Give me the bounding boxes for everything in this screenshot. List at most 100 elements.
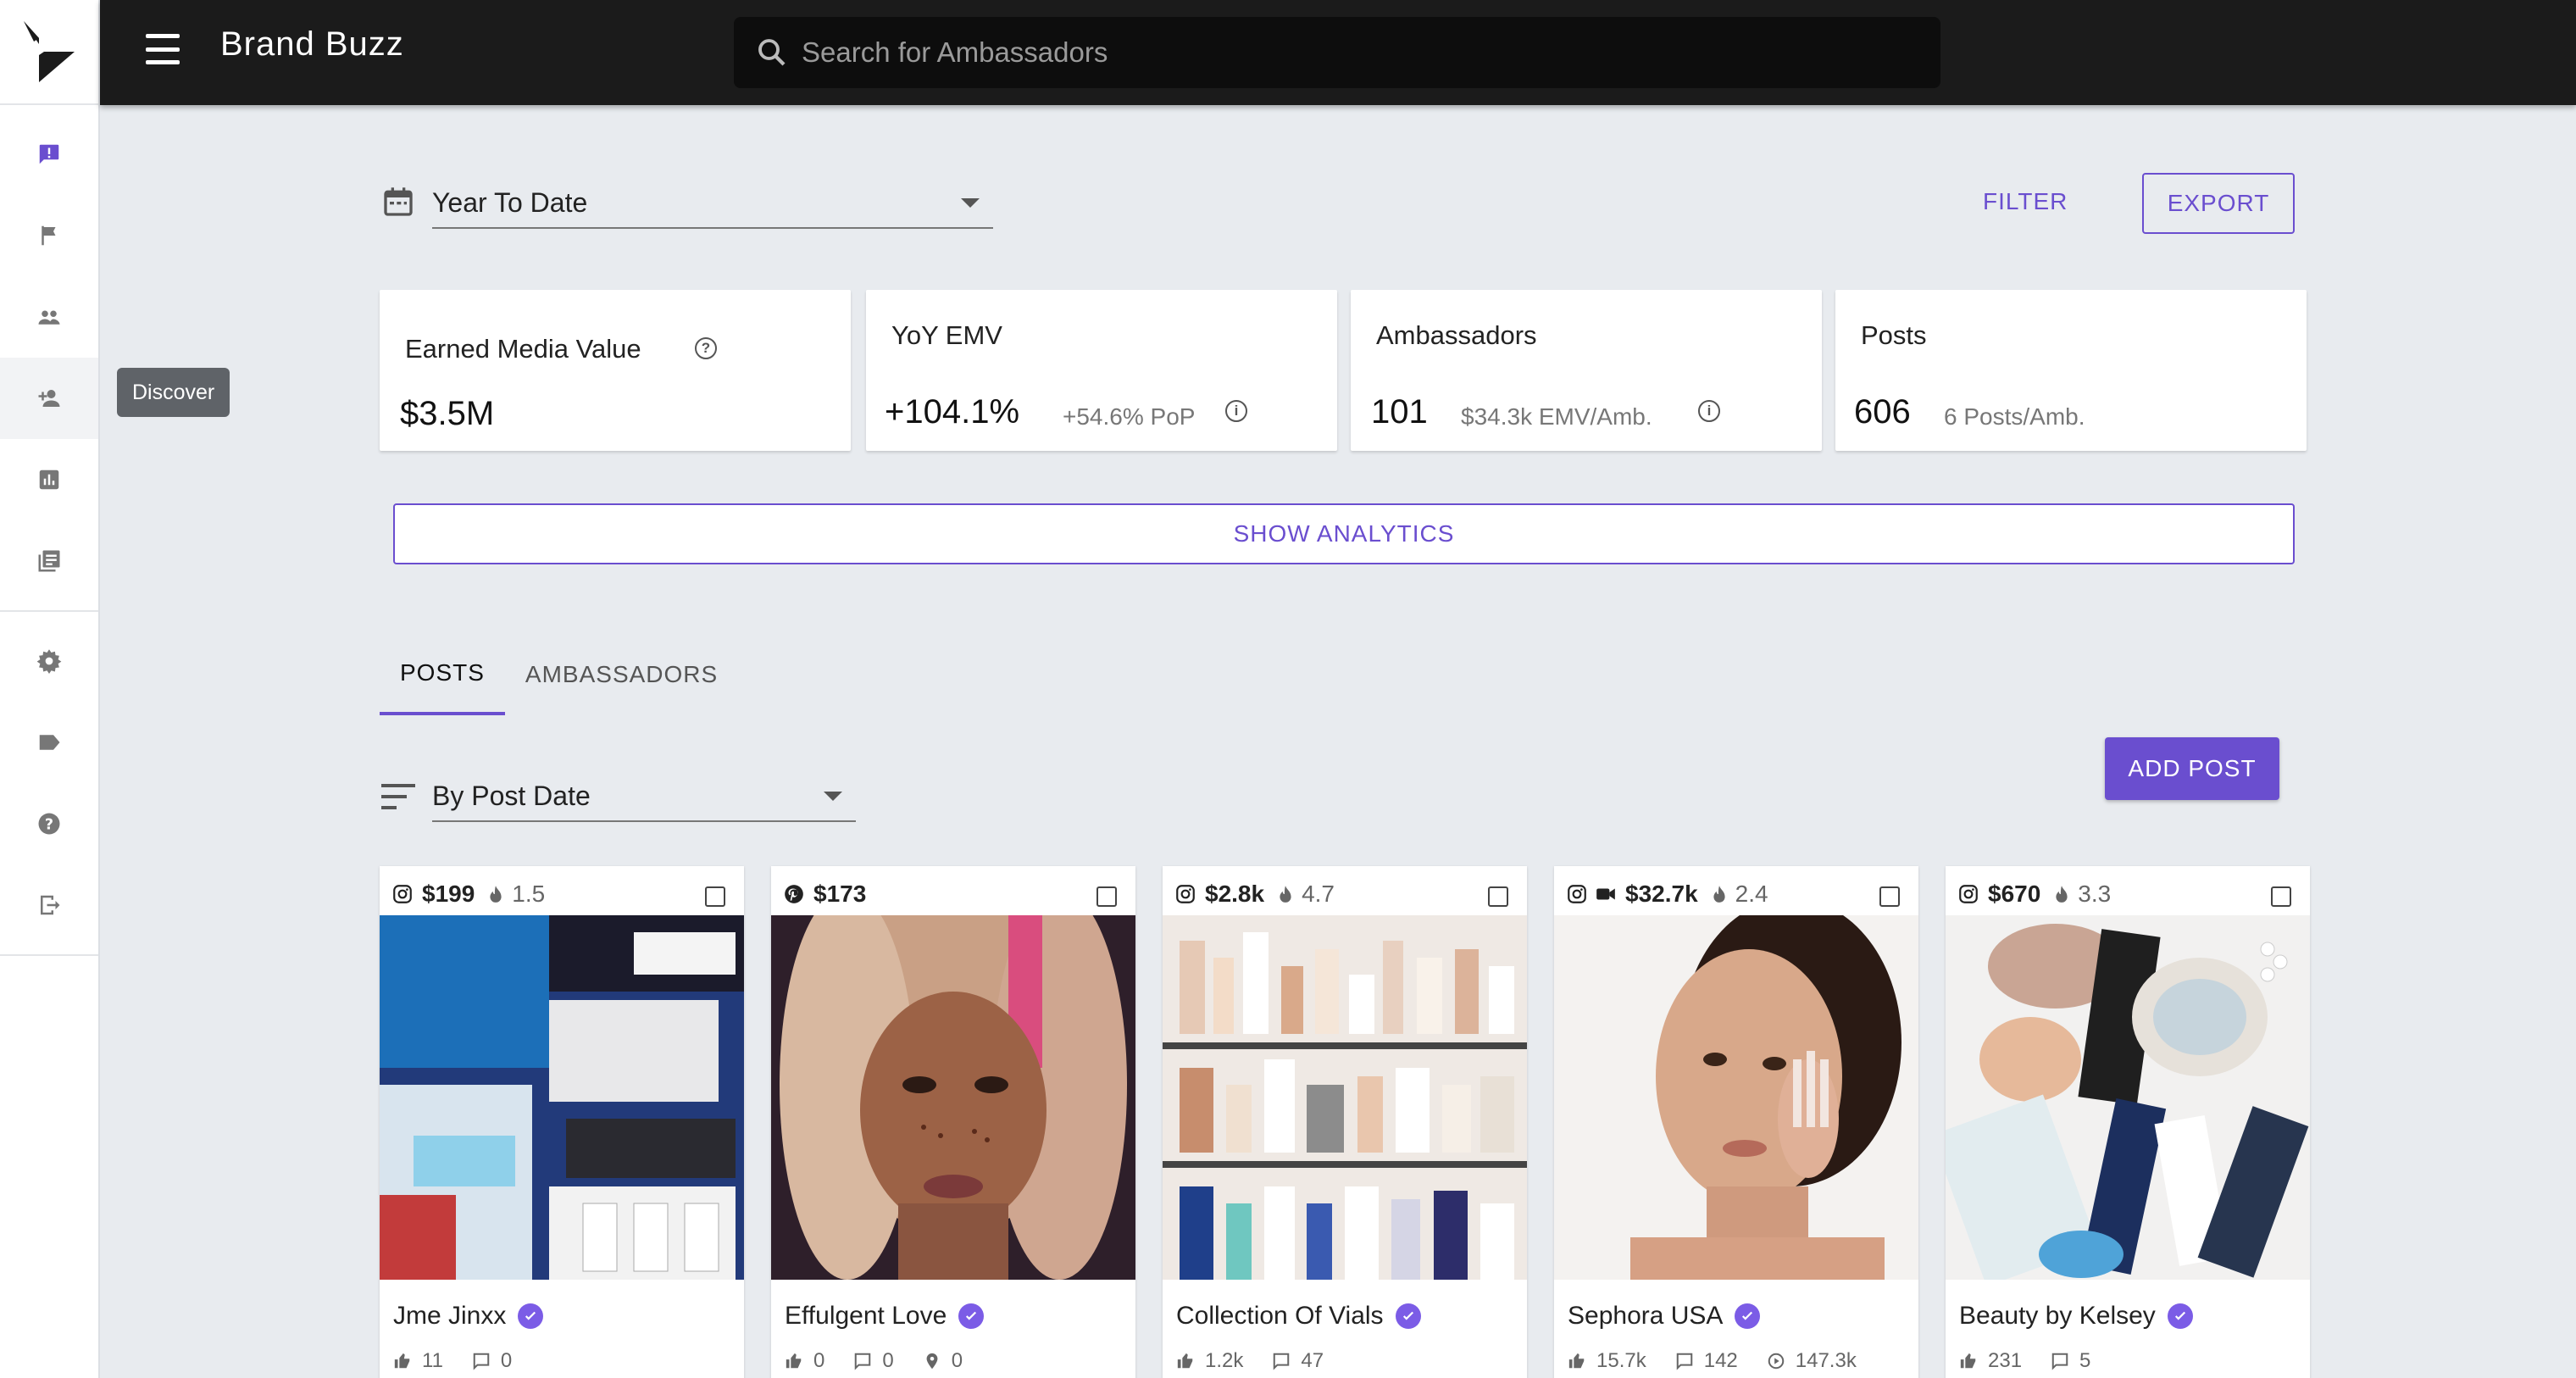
post-author[interactable]: Jme Jinxx (393, 1302, 544, 1331)
verified-icon (2167, 1303, 2193, 1329)
search-icon (758, 39, 786, 66)
kpi-label: Posts (1861, 320, 1927, 350)
post-select-checkbox[interactable] (1488, 886, 1508, 907)
tab-ambassadors[interactable]: AMBASSADORS (505, 634, 738, 715)
post-card[interactable]: $670 3.3 Beauty by Kelsey 231 5 (1946, 866, 2310, 1378)
chevron-down-icon (961, 198, 980, 208)
app-title: Brand Buzz (220, 25, 404, 63)
kpi-sub: +54.6% PoP (1063, 403, 1196, 430)
thumb-up-icon (786, 1353, 802, 1369)
thumb-up-icon (394, 1353, 410, 1369)
sidebar-item-settings[interactable] (0, 620, 98, 702)
info-icon[interactable]: i (1698, 400, 1720, 422)
comment-icon (473, 1353, 490, 1370)
thumb-up-icon (1568, 1353, 1585, 1369)
add-post-button[interactable]: ADD POST (2105, 737, 2279, 800)
feedback-icon (39, 144, 59, 164)
post-comments: 0 (500, 1349, 513, 1372)
kpi-value: 606 (1854, 393, 1911, 431)
person-add-icon (38, 390, 60, 407)
post-image[interactable] (1554, 915, 1918, 1280)
post-select-checkbox[interactable] (1879, 886, 1900, 907)
show-analytics-button[interactable]: SHOW ANALYTICS (393, 503, 2295, 564)
post-emv: $173 (813, 881, 867, 907)
post-stats: 1.2k 47 (1176, 1349, 1352, 1373)
post-author-name: Jme Jinxx (393, 1302, 507, 1330)
post-card[interactable]: $2.8k 4.7 Collection Of Vials 1.2k 47 (1163, 866, 1527, 1378)
sort-field[interactable]: By Post Date (432, 771, 856, 822)
export-button[interactable]: EXPORT (2142, 173, 2295, 234)
content-tabs: POSTS AMBASSADORS (380, 634, 738, 715)
post-image[interactable] (771, 915, 1135, 1280)
sort-select[interactable]: By Post Date (381, 771, 856, 822)
help-circle-icon[interactable]: ? (695, 337, 717, 359)
post-score: 3.3 (2054, 881, 2111, 908)
sidebar-item-logout[interactable] (0, 864, 98, 946)
post-select-checkbox[interactable] (1096, 886, 1117, 907)
search-input[interactable] (802, 36, 1903, 69)
post-image[interactable] (1163, 915, 1527, 1280)
kpi-value: +104.1% (885, 393, 1020, 431)
post-card[interactable]: $199 1.5 Jme Jinxx 11 0 (380, 866, 744, 1378)
post-comments: 0 (882, 1349, 894, 1372)
sidebar-item-campaigns[interactable] (0, 195, 98, 276)
brand-logo-icon (24, 21, 75, 82)
gear-icon (36, 649, 62, 674)
post-comments: 142 (1703, 1349, 1738, 1372)
date-range-field[interactable]: Year To Date (432, 178, 993, 229)
post-card[interactable]: $32.7k 2.4 Sephora USA 15.7k 142 147.3k (1554, 866, 1918, 1378)
post-likes: 231 (1988, 1349, 2023, 1372)
search-bar[interactable] (734, 17, 1940, 88)
post-score-value: 1.5 (512, 881, 546, 907)
sidebar-item-help[interactable]: ? (0, 783, 98, 864)
post-score: 4.7 (1278, 881, 1335, 908)
post-stats: 0 0 0 (785, 1349, 991, 1373)
sidebar-item-feedback[interactable] (0, 114, 98, 195)
post-card-header: $670 3.3 (1957, 880, 2298, 908)
tag-icon (39, 735, 60, 750)
post-card[interactable]: $173 Effulgent Love 0 0 0 (771, 866, 1135, 1378)
comment-icon (855, 1353, 871, 1370)
post-likes: 15.7k (1596, 1349, 1646, 1372)
thumb-up-icon (1960, 1353, 1976, 1369)
analytics-icon (39, 470, 59, 490)
date-range-select[interactable]: Year To Date (381, 178, 993, 229)
post-author[interactable]: Collection Of Vials (1176, 1302, 1421, 1331)
post-image[interactable] (1946, 915, 2310, 1280)
post-emv: $2.8k (1205, 881, 1265, 907)
post-comments: 47 (1301, 1349, 1324, 1372)
filter-button[interactable]: FILTER (1983, 188, 2068, 215)
menu-icon[interactable] (146, 34, 180, 64)
post-author[interactable]: Beauty by Kelsey (1959, 1302, 2193, 1331)
sidebar-item-tags[interactable] (0, 702, 98, 783)
post-image[interactable] (380, 915, 744, 1280)
post-emv: $670 (1988, 881, 2041, 907)
sidebar-item-analytics[interactable] (0, 439, 98, 520)
post-views: 147.3k (1795, 1349, 1857, 1372)
info-icon[interactable]: i (1225, 400, 1247, 422)
flame-icon (1713, 886, 1725, 903)
post-select-checkbox[interactable] (705, 886, 725, 907)
main-content: Year To Date FILTER EXPORT Earned Media … (100, 105, 2576, 1378)
verified-icon (1735, 1303, 1761, 1329)
post-select-checkbox[interactable] (2271, 886, 2291, 907)
post-author-name: Sephora USA (1568, 1302, 1724, 1330)
comment-icon (1676, 1353, 1692, 1370)
tab-posts[interactable]: POSTS (380, 634, 505, 715)
post-score: 1.5 (488, 881, 545, 908)
date-range-value: Year To Date (432, 186, 588, 218)
post-author[interactable]: Effulgent Love (785, 1302, 985, 1331)
kpi-value: $3.5M (400, 395, 495, 432)
sidebar-item-library[interactable] (0, 520, 98, 602)
post-pins: 0 (951, 1349, 963, 1372)
sidebar-item-people[interactable] (0, 276, 98, 358)
logo[interactable] (0, 0, 98, 105)
post-likes: 1.2k (1205, 1349, 1244, 1372)
pinterest-icon (785, 885, 803, 903)
post-card-header: $199 1.5 (391, 880, 732, 908)
library-icon (38, 550, 60, 572)
post-author[interactable]: Sephora USA (1568, 1302, 1761, 1331)
post-score: 2.4 (1712, 881, 1768, 908)
sidebar-item-discover[interactable] (0, 358, 98, 439)
post-comments: 5 (2079, 1349, 2091, 1372)
